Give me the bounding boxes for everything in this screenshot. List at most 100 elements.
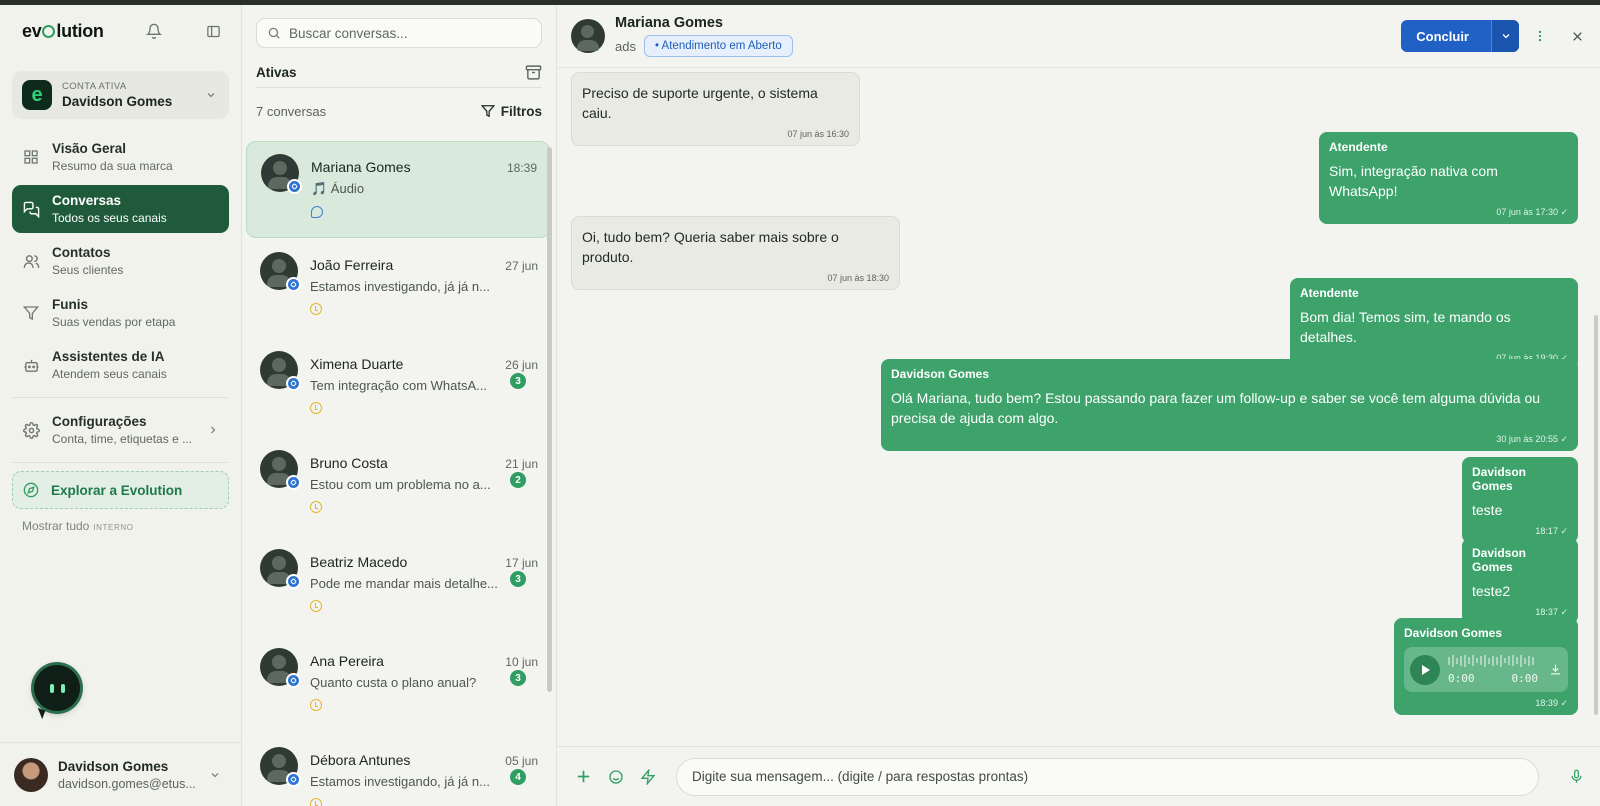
message-author: Davidson Gomes — [1404, 626, 1503, 640]
nav-title: Configurações — [52, 414, 147, 429]
message-composer: Digite sua mensagem... (digite / para re… — [557, 746, 1600, 806]
conversation-item[interactable]: Ximena Duarte 26 jun Tem integração com W… — [246, 339, 550, 436]
conversation-time: 21 jun — [505, 457, 538, 471]
chat-icon — [22, 201, 40, 218]
conversation-item[interactable]: Beatriz Macedo 17 jun Pode me mandar mais… — [246, 537, 550, 634]
search-input[interactable] — [289, 25, 529, 41]
tab-ativas[interactable]: Ativas — [256, 65, 297, 80]
message-author: Atendente — [1300, 286, 1359, 300]
more-options-icon[interactable] — [1533, 29, 1547, 43]
nav-item-visao-geral[interactable]: Visão Geral Resumo da sua marca — [12, 133, 229, 181]
close-icon[interactable] — [1571, 30, 1584, 43]
message-preview: Tem integração com WhatsA... — [310, 378, 488, 393]
user-name: Davidson Gomes — [58, 758, 169, 774]
message-text: Oi, tudo bem? Queria saber mais sobre o … — [582, 229, 839, 265]
audio-current-time: 0:00 — [1448, 671, 1475, 685]
message-text: Sim, integração nativa com WhatsApp! — [1329, 163, 1498, 199]
nav-item-conversas[interactable]: Conversas Todos os seus canais — [12, 185, 229, 233]
audio-message-bubble[interactable]: Davidson Gomes 0:00 0:00 18:39 ✓ — [1394, 618, 1578, 715]
conversation-time: 27 jun — [505, 259, 538, 273]
status-badge: • Atendimento em Aberto — [643, 35, 793, 57]
clock-icon — [310, 402, 322, 414]
gear-icon — [22, 421, 40, 439]
search-box[interactable] — [256, 18, 542, 48]
unread-badge: 2 — [510, 472, 526, 488]
nav-item-assistentes-ia[interactable]: Assistentes de IA Atendem seus canais — [12, 341, 229, 389]
message-author: Davidson Gomes — [891, 367, 990, 381]
message-bubble[interactable]: Atendente Sim, integração nativa com Wha… — [1319, 132, 1578, 224]
message-bubble[interactable]: Davidson Gomes Olá Mariana, tudo bem? Es… — [881, 359, 1578, 451]
conversation-item[interactable]: Bruno Costa 21 jun Estou com um problema … — [246, 438, 550, 535]
clock-icon — [310, 699, 322, 711]
message-bubble[interactable]: Preciso de suporte urgente, o sistema ca… — [571, 72, 860, 146]
play-icon — [1422, 664, 1430, 675]
avatar[interactable] — [571, 19, 605, 53]
audio-waveform[interactable] — [1448, 654, 1538, 667]
chat-status-icon — [311, 206, 323, 218]
plus-icon[interactable] — [575, 768, 592, 785]
nav-title: Conversas — [52, 193, 122, 208]
conversation-list-panel: Ativas 7 conversas Filtros Mariana Gomes… — [242, 5, 557, 806]
sidebar-toggle-icon[interactable] — [206, 23, 221, 39]
audio-total-time: 0:00 — [1511, 671, 1539, 685]
contact-name: Beatriz Macedo — [310, 554, 408, 570]
user-menu[interactable]: Davidson Gomes davidson.gomes@etus... — [0, 742, 241, 806]
nav-title: Visão Geral — [52, 141, 127, 156]
list-header: 7 conversas Filtros — [256, 88, 542, 134]
app-window: ev lution e CONTA ATIVA Davidson Gomes V… — [0, 5, 1600, 806]
nav-item-configuracoes[interactable]: Configurações Conta, time, etiquetas e ..… — [12, 406, 229, 454]
conversation-count: 7 conversas — [256, 103, 327, 119]
message-bubble[interactable]: Davidson Gomes teste 18:17 ✓ — [1462, 457, 1578, 543]
conversation-item[interactable]: João Ferreira 27 jun Estamos investigando… — [246, 240, 550, 337]
play-button[interactable] — [1410, 654, 1440, 685]
chevron-down-icon — [205, 89, 217, 101]
avatar — [260, 648, 301, 688]
conclude-dropdown-button[interactable] — [1491, 20, 1519, 52]
chat-contact-name: Mariana Gomes — [615, 15, 723, 31]
users-icon — [22, 253, 40, 270]
brand-logo[interactable]: ev lution — [22, 21, 104, 42]
clock-icon — [310, 501, 322, 513]
bell-icon[interactable] — [146, 23, 162, 39]
conversation-item[interactable]: Mariana Gomes 18:39 🎵 Áudio — [246, 141, 550, 238]
contact-name: Mariana Gomes — [311, 159, 411, 175]
list-scrollbar[interactable] — [547, 147, 552, 692]
conversation-item[interactable]: Ana Pereira 10 jun Quanto custa o plano a… — [246, 636, 550, 733]
explore-button[interactable]: Explorar a Evolution — [12, 471, 229, 509]
nav-title: Assistentes de IA — [52, 349, 165, 364]
account-switcher[interactable]: e CONTA ATIVA Davidson Gomes — [12, 71, 229, 119]
message-bubble[interactable]: Oi, tudo bem? Queria saber mais sobre o … — [571, 216, 900, 290]
account-label: CONTA ATIVA — [62, 81, 127, 92]
lightning-icon[interactable] — [640, 768, 656, 785]
main-nav: Visão Geral Resumo da sua marca Conversas… — [0, 133, 241, 533]
message-bubble[interactable]: Atendente Bom dia! Temos sim, te mando o… — [1290, 278, 1578, 370]
message-timestamp: 07 jun às 17:30 ✓ — [1496, 207, 1568, 217]
explore-label: Explorar a Evolution — [51, 482, 183, 498]
download-icon[interactable] — [1549, 663, 1562, 676]
search-icon — [267, 26, 281, 40]
conclude-button[interactable]: Concluir — [1401, 20, 1491, 52]
conversation-time: 10 jun — [505, 655, 538, 669]
chat-header: Mariana Gomes ads • Atendimento em Abert… — [557, 5, 1600, 68]
message-bubble[interactable]: Davidson Gomes teste2 18:37 ✓ — [1462, 538, 1578, 624]
message-text: Preciso de suporte urgente, o sistema ca… — [582, 85, 818, 121]
message-timestamp: 18:39 ✓ — [1535, 698, 1568, 708]
conversation-item[interactable]: Débora Antunes 05 jun Estamos investigand… — [246, 735, 550, 806]
archive-icon[interactable] — [525, 64, 542, 81]
assistant-bot-button[interactable] — [34, 665, 80, 720]
divider — [12, 462, 229, 463]
emoji-icon[interactable] — [608, 769, 624, 785]
message-input[interactable]: Digite sua mensagem... (digite / para re… — [676, 757, 1539, 796]
chat-scrollbar[interactable] — [1594, 315, 1598, 715]
link-icon — [286, 673, 301, 688]
microphone-icon[interactable] — [1569, 769, 1584, 784]
message-preview: Estamos investigando, já já n... — [310, 279, 490, 294]
nav-item-funis[interactable]: Funis Suas vendas por etapa — [12, 289, 229, 337]
message-preview: Estamos investigando, já já n... — [310, 774, 490, 789]
message-text: teste2 — [1472, 583, 1511, 599]
user-email: davidson.gomes@etus... — [58, 776, 196, 791]
nav-item-contatos[interactable]: Contatos Seus clientes — [12, 237, 229, 285]
conversation-time: 17 jun — [505, 556, 538, 570]
filters-button[interactable]: Filtros — [480, 104, 542, 119]
show-all-link[interactable]: Mostrar tudo INTERNO — [22, 519, 241, 533]
